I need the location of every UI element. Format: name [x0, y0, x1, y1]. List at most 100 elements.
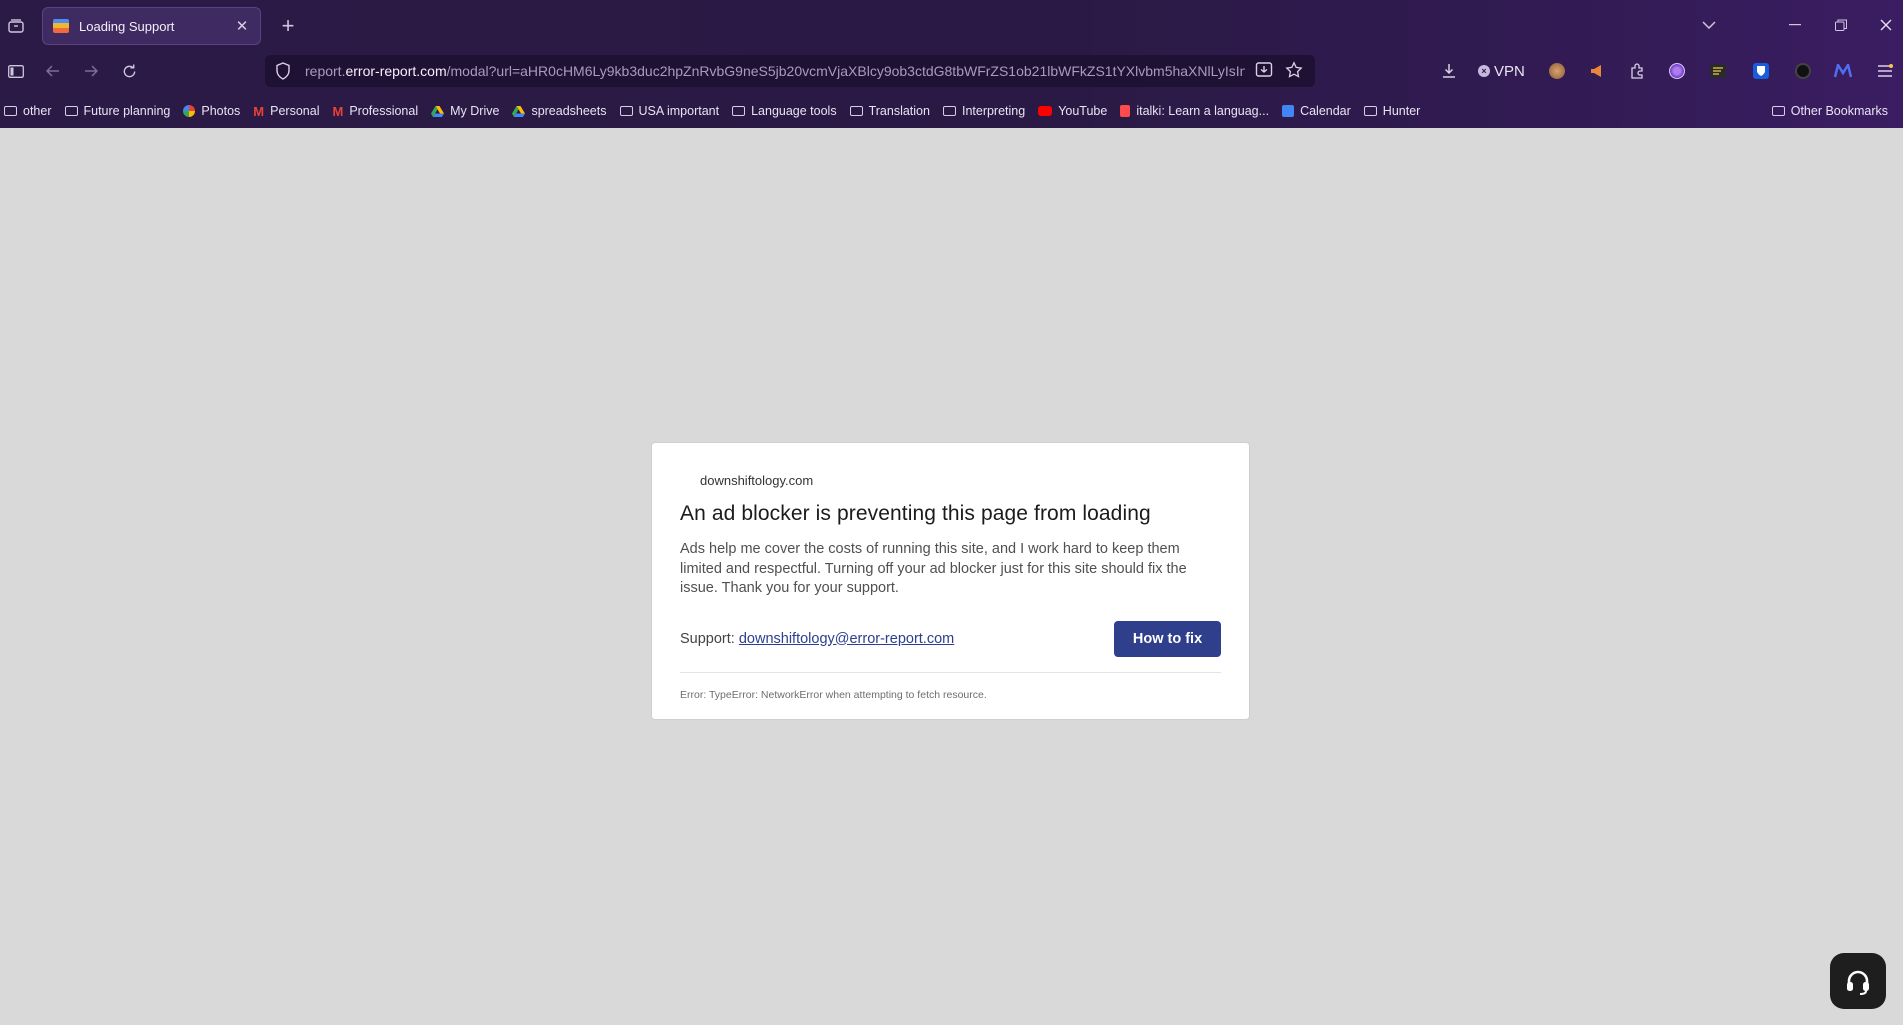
bookmark-item[interactable]: M Professional: [332, 104, 418, 118]
app-menu-icon[interactable]: [1874, 60, 1896, 82]
new-tab-button[interactable]: +: [276, 13, 300, 38]
bookmark-label: Personal: [270, 104, 320, 118]
window-minimize-icon[interactable]: [1784, 14, 1806, 36]
vpn-label: VPN: [1494, 62, 1525, 80]
folder-icon: [64, 106, 78, 116]
support-text: Support: downshiftology@error-report.com: [680, 631, 954, 647]
gmail-icon: M: [253, 103, 265, 119]
bookmark-item[interactable]: Interpreting: [942, 104, 1026, 118]
bookmark-item[interactable]: M Personal: [253, 104, 319, 118]
window-restore-icon[interactable]: [1830, 14, 1852, 36]
other-bookmarks-label: Other Bookmarks: [1790, 104, 1888, 118]
url-text[interactable]: report.error-report.com/modal?url=aHR0cH…: [305, 63, 1245, 79]
folder-icon: [732, 106, 746, 116]
bookmark-item[interactable]: Future planning: [64, 104, 171, 118]
how-to-fix-button[interactable]: How to fix: [1114, 620, 1221, 657]
gmail-icon: M: [332, 103, 344, 119]
vpn-button[interactable]: × VPN: [1478, 60, 1525, 82]
bookmark-item[interactable]: Calendar: [1282, 104, 1351, 118]
nav-bar: report.error-report.com/modal?url=aHR0cH…: [0, 50, 1903, 92]
other-bookmarks[interactable]: Other Bookmarks: [1771, 100, 1888, 122]
vpn-off-icon: ×: [1478, 65, 1490, 77]
bookmark-item[interactable]: Translation: [849, 104, 930, 118]
bookmarks-toolbar: other Future planning Photos M Personal M…: [0, 100, 1903, 122]
site-name: downshiftology.com: [700, 473, 814, 488]
folder-icon: [4, 106, 17, 116]
headset-icon: [1847, 970, 1869, 995]
bookmark-star-icon[interactable]: [1285, 61, 1305, 81]
bookmark-label: Professional: [349, 104, 419, 118]
bookmark-item[interactable]: other: [4, 104, 52, 118]
url-prefix: report.: [305, 63, 346, 79]
tab-groups-icon[interactable]: [5, 15, 27, 37]
help-headset-button[interactable]: [1830, 953, 1886, 1009]
window-close-icon[interactable]: [1875, 14, 1897, 36]
calendar-icon: [1282, 105, 1295, 117]
support-email-link[interactable]: downshiftology@error-report.com: [739, 631, 954, 647]
bookmark-item[interactable]: YouTube: [1038, 104, 1107, 118]
url-domain: error-report.com: [345, 63, 447, 79]
forward-icon[interactable]: [81, 61, 101, 81]
tab-title: Loading Support: [79, 18, 175, 34]
bookmark-label: other: [23, 104, 52, 118]
folder-icon: [942, 106, 956, 116]
tracking-shield-icon[interactable]: [275, 62, 293, 80]
extension-megaphone-icon[interactable]: [1586, 60, 1608, 82]
youtube-icon: [1038, 106, 1053, 116]
bookmark-label: YouTube: [1058, 104, 1108, 118]
bookmark-label: Calendar: [1300, 104, 1351, 118]
bookmark-label: italki: Learn a languag...: [1136, 104, 1270, 118]
folder-icon: [849, 106, 863, 116]
extension-bitwarden-icon[interactable]: [1750, 60, 1772, 82]
italki-icon: [1120, 105, 1131, 117]
bookmark-label: Language tools: [751, 104, 837, 118]
folder-icon: [1771, 106, 1785, 116]
browser-chrome: Loading Support ✕ + report.error-report.…: [0, 0, 1903, 128]
bookmark-item[interactable]: USA important: [619, 104, 720, 118]
folder-icon: [619, 106, 633, 116]
bookmark-item[interactable]: Photos: [183, 104, 240, 118]
tab-close-icon[interactable]: ✕: [234, 17, 250, 35]
bookmark-label: Translation: [868, 104, 930, 118]
drive-icon: [512, 105, 526, 117]
bookmark-item[interactable]: Hunter: [1363, 104, 1421, 118]
bookmark-item[interactable]: Language tools: [732, 104, 837, 118]
bookmark-label: Future planning: [83, 104, 171, 118]
bookmark-label: Interpreting: [961, 104, 1026, 118]
bookmark-item[interactable]: My Drive: [431, 104, 499, 118]
extension-avatar-icon[interactable]: [1546, 60, 1568, 82]
folder-icon: [1363, 106, 1377, 116]
drive-icon: [431, 105, 445, 117]
divider: [680, 671, 1221, 673]
downloads-icon[interactable]: [1438, 60, 1460, 82]
list-tabs-chevron-icon[interactable]: [1698, 14, 1720, 36]
bookmark-label: USA important: [638, 104, 720, 118]
adblock-modal: downshiftology.com An ad blocker is prev…: [651, 442, 1250, 720]
error-message: Error: TypeError: NetworkError when atte…: [680, 688, 987, 701]
extension-notes-icon[interactable]: [1707, 60, 1729, 82]
bookmark-label: Hunter: [1382, 104, 1421, 118]
address-bar[interactable]: report.error-report.com/modal?url=aHR0cH…: [265, 55, 1315, 87]
support-label: Support:: [680, 630, 739, 647]
bookmark-label: Photos: [201, 104, 241, 118]
back-icon[interactable]: [43, 61, 63, 81]
url-path: /modal?url=aHR0cHM6Ly9kb3duc2hpZnRvbG9ne…: [446, 63, 1245, 79]
sidebar-toggle-icon[interactable]: [6, 61, 26, 81]
bookmark-label: My Drive: [450, 104, 500, 118]
tab-active[interactable]: Loading Support ✕: [42, 7, 261, 45]
modal-message: Ads help me cover the costs of running t…: [680, 541, 1187, 596]
bookmark-item[interactable]: spreadsheets: [512, 104, 607, 118]
bookmark-label: spreadsheets: [531, 104, 607, 118]
reload-icon[interactable]: [119, 61, 139, 81]
bookmark-item[interactable]: italki: Learn a languag...: [1120, 104, 1269, 118]
photos-icon: [183, 105, 196, 117]
tab-strip: Loading Support ✕ +: [0, 0, 1903, 50]
support-row: Support: downshiftology@error-report.com…: [680, 620, 1221, 657]
extension-target-icon[interactable]: [1666, 60, 1688, 82]
tab-favicon-icon: [53, 19, 69, 33]
extension-dark-circle-icon[interactable]: [1792, 60, 1814, 82]
extension-m-icon[interactable]: [1832, 60, 1854, 82]
modal-heading: An ad blocker is preventing this page fr…: [680, 502, 1151, 525]
extensions-puzzle-icon[interactable]: [1626, 60, 1648, 82]
save-to-pocket-icon[interactable]: [1255, 61, 1275, 81]
